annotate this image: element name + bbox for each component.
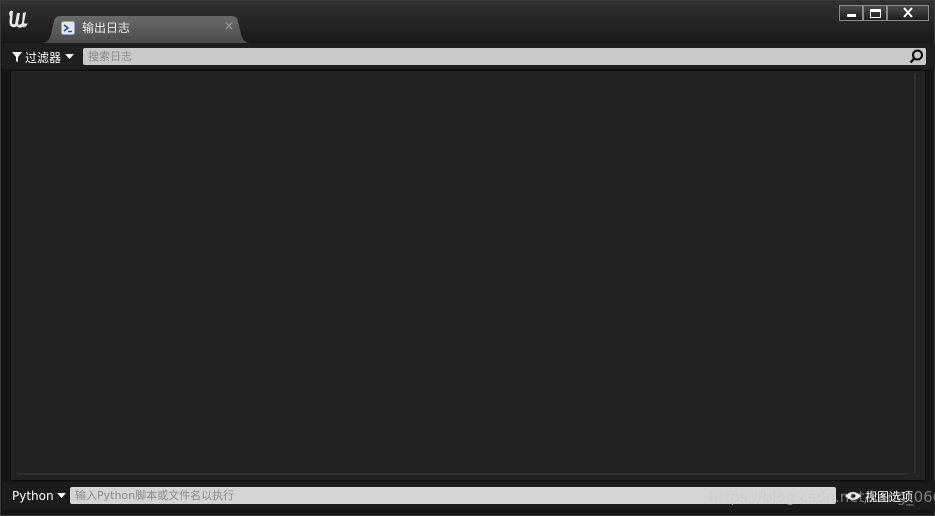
search-placeholder: 搜索日志 (88, 50, 132, 63)
tab-output-log[interactable]: 输出日志 × (41, 16, 251, 43)
command-placeholder: 输入Python脚本或文件名以执行 (75, 489, 235, 502)
filters-label: 过滤器 (25, 50, 62, 65)
vertical-scrollbar[interactable] (914, 73, 916, 473)
search-icon[interactable] (909, 49, 924, 64)
minimize-icon (847, 14, 856, 17)
terminal-icon (61, 21, 75, 35)
title-bar[interactable]: 输出日志 × (1, 1, 934, 43)
filters-dropdown[interactable]: 过滤器 (12, 49, 75, 65)
interpreter-dropdown[interactable]: Python (12, 488, 66, 504)
funnel-icon (12, 52, 22, 62)
chevron-down-icon (56, 493, 66, 498)
command-bar: Python 输入Python脚本或文件名以执行 视图选项 https://bl… (2, 482, 935, 510)
log-output-area[interactable] (10, 70, 926, 481)
search-log-input[interactable]: 搜索日志 (83, 48, 926, 65)
watermark-text: https://blog.csdn.net/kang_066 (709, 488, 935, 506)
unreal-engine-logo-icon (9, 10, 28, 28)
interpreter-label: Python (12, 489, 54, 503)
maximize-button[interactable] (863, 5, 887, 21)
minimize-button[interactable] (839, 5, 863, 21)
maximize-icon (870, 9, 881, 18)
tab-close-button[interactable]: × (223, 20, 235, 33)
close-button[interactable] (887, 5, 929, 21)
chevron-down-icon (65, 54, 75, 59)
output-log-window: 输出日志 × 过滤器 搜索日志 Python 输入Python脚本或文件名以执行… (0, 0, 935, 516)
horizontal-scrollbar[interactable] (18, 473, 908, 475)
tab-label: 输出日志 (82, 21, 131, 35)
log-toolbar: 过滤器 搜索日志 (2, 43, 935, 69)
close-icon (903, 7, 913, 18)
